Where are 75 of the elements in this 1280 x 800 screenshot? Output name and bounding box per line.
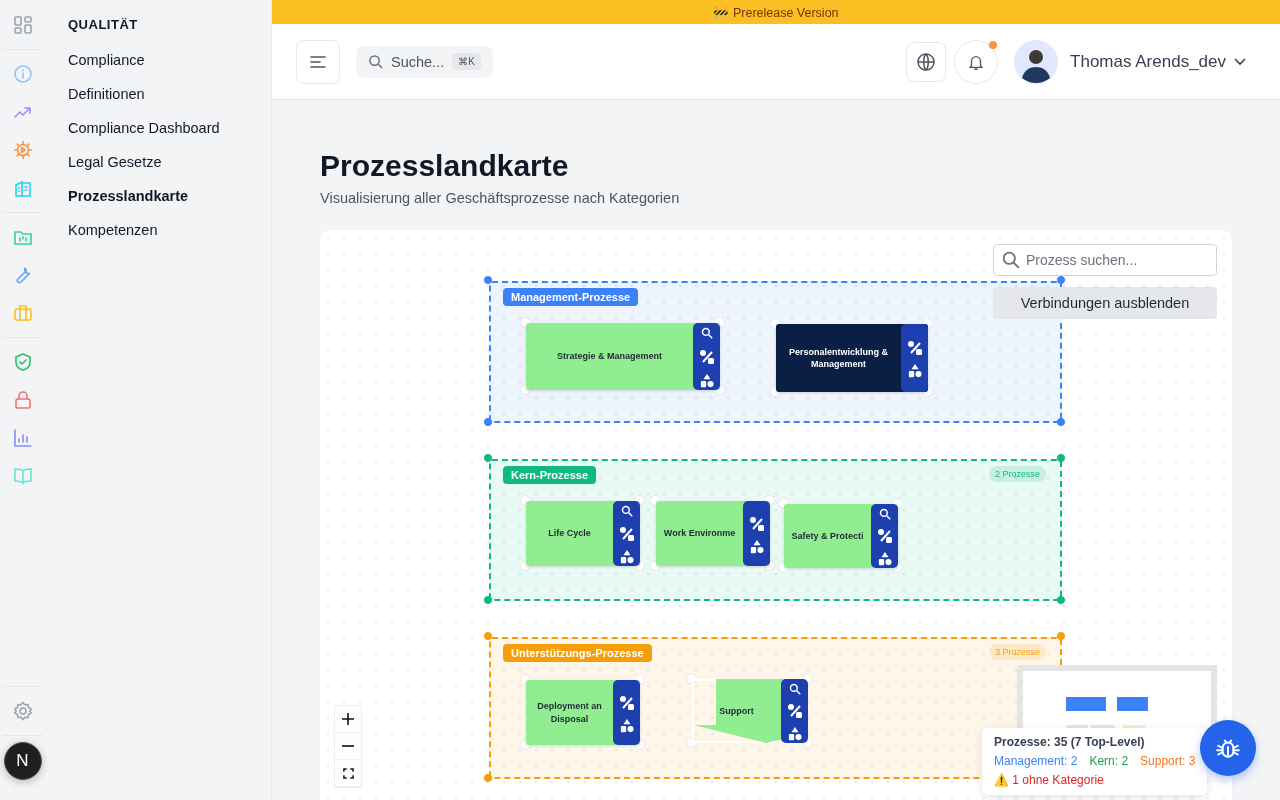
fit-view-icon — [342, 767, 354, 779]
shapes-icon[interactable] — [619, 718, 634, 733]
chevron-down-icon[interactable] — [1234, 57, 1246, 66]
connect-icon[interactable] — [876, 528, 893, 544]
nav-item[interactable]: Kompetenzen — [68, 222, 271, 256]
node-label: Personalentwicklung & Management — [788, 345, 889, 371]
nav-item[interactable]: Prozesslandkarte — [68, 188, 271, 222]
connect-icon[interactable] — [748, 515, 765, 532]
connect-icon[interactable] — [786, 703, 803, 719]
node-label: Safety & Protecti — [790, 529, 865, 543]
hide-connections-button[interactable]: Verbindungen ausblenden — [993, 287, 1217, 319]
user-avatar[interactable] — [1014, 39, 1059, 84]
prerelease-banner: 🚧 Prerelease Version — [272, 0, 1280, 24]
nav-item[interactable]: Legal Gesetze — [68, 154, 271, 188]
category-count: Kern: 2 — [1089, 754, 1129, 768]
shortcut-key: ⌘K — [452, 53, 481, 70]
node-label: Strategie & Management — [556, 350, 663, 364]
process-search-field[interactable]: Prozess suchen... — [993, 244, 1217, 276]
connect-icon[interactable] — [698, 348, 715, 365]
nav-item[interactable]: Compliance — [68, 52, 271, 86]
connect-icon[interactable] — [618, 694, 635, 711]
process-node[interactable]: Work Environme — [656, 501, 770, 566]
resize-handle[interactable] — [686, 673, 697, 684]
node-label: Support — [718, 704, 755, 718]
language-button[interactable] — [906, 41, 947, 82]
node-label: Life Cycle — [547, 527, 592, 541]
bug-report-button[interactable] — [1200, 720, 1256, 776]
process-node[interactable]: Life Cycle — [526, 501, 640, 566]
connect-icon[interactable] — [906, 340, 923, 356]
search-icon[interactable] — [700, 327, 713, 339]
shapes-icon[interactable] — [877, 552, 892, 566]
connect-icon[interactable] — [618, 525, 635, 542]
search-placeholder: Suche... — [391, 53, 445, 70]
search-icon — [1002, 251, 1020, 269]
page-title: Prozesslandkarte — [320, 148, 570, 184]
plus-icon — [342, 713, 354, 725]
process-node[interactable]: Deployment an Disposal — [526, 680, 640, 745]
section-heading: QUALITÄT — [68, 17, 139, 34]
search-input[interactable]: Prozess suchen... — [1024, 251, 1208, 269]
search-icon[interactable] — [878, 508, 891, 520]
shapes-icon[interactable] — [749, 539, 764, 554]
zoom-in-button[interactable] — [335, 706, 361, 733]
globe-icon — [916, 51, 937, 72]
node-label: Deployment an Disposal — [536, 700, 603, 726]
process-count: 2 Prozesse — [988, 466, 1046, 482]
process-node[interactable]: Safety & Protecti — [784, 504, 898, 568]
dev-tools-badge[interactable]: N — [3, 742, 42, 780]
search-icon[interactable] — [788, 683, 801, 695]
node-label: Work Environme — [662, 527, 737, 541]
user-name[interactable]: Thomas Arends_dev — [1070, 51, 1226, 72]
page-subtitle: Visualisierung aller Geschäftsprozesse nach Kategorien — [320, 190, 681, 206]
category-label: Unterstützungs-Prozesse — [503, 644, 652, 662]
process-node[interactable]: Personalentwicklung & Management — [776, 324, 928, 392]
process-count: 3 Prozesse — [988, 644, 1046, 660]
search-icon[interactable] — [620, 505, 633, 517]
process-node[interactable]: Support — [692, 679, 808, 743]
notifications-button[interactable] — [954, 39, 999, 84]
category-count: Support: 3 — [1140, 754, 1196, 768]
resize-handle[interactable] — [686, 737, 697, 748]
shapes-icon[interactable] — [699, 374, 714, 388]
nav-item[interactable]: Definitionen — [68, 86, 271, 120]
zoom-out-button[interactable] — [335, 733, 361, 760]
shapes-icon[interactable] — [907, 364, 922, 378]
category-label: Kern-Prozesse — [503, 466, 597, 484]
menu-icon — [310, 55, 326, 68]
process-node[interactable]: Strategie & Management — [526, 323, 720, 390]
shapes-icon[interactable] — [619, 550, 634, 564]
category-label: Management-Prozesse — [503, 288, 639, 306]
category-group[interactable]: Kern-Prozesse 2 Prozesse Life Cycle Work Environme Safety & Protecti — [489, 459, 1062, 601]
fit-view-button[interactable] — [335, 760, 361, 787]
search-field[interactable]: Suche... ⌘K — [356, 45, 493, 78]
menu-button[interactable] — [296, 39, 340, 84]
nav-item[interactable]: Compliance Dashboard — [68, 120, 271, 154]
search-icon — [368, 54, 383, 69]
shapes-icon[interactable] — [787, 727, 802, 741]
